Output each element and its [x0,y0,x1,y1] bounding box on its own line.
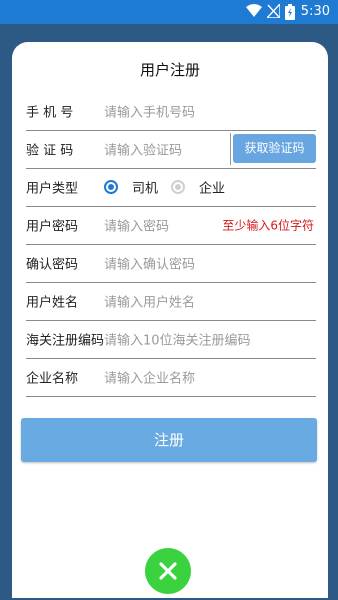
code-row: 验 证 码 请输入验证码 获取验证码 [26,130,316,169]
phone-label: 手 机 号 [26,105,74,121]
divider [230,133,231,165]
radio-driver[interactable] [104,180,118,194]
name-label: 用户姓名 [26,295,79,311]
status-time: 5:30 [300,4,330,19]
page-title: 用户注册 [139,61,200,79]
customs-row: 海关注册编码 请输入10位海关注册编码 [26,320,316,359]
company-label: 企业名称 [26,371,79,387]
code-label: 验 证 码 [26,143,74,159]
customs-input[interactable]: 请输入10位海关注册编码 [104,330,251,349]
wifi-icon [246,4,262,17]
close-icon [159,562,177,580]
company-input[interactable]: 请输入企业名称 [104,368,195,387]
confirm-row: 确认密码 请输入确认密码 [26,244,316,283]
register-form: 用户注册 手 机 号 请输入手机号码 验 证 码 请输入验证码 获取验证码 用户… [12,42,328,598]
confirm-input[interactable]: 请输入确认密码 [104,254,195,273]
radio-driver-label[interactable]: 司机 [132,178,158,197]
user-type-label: 用户类型 [26,181,79,197]
battery-icon [285,4,295,20]
customs-label: 海关注册编码 [26,333,105,349]
company-row: 企业名称 请输入企业名称 [26,358,316,397]
name-row: 用户姓名 请输入用户姓名 [26,282,316,321]
password-hint: 至少输入6位字符 [222,218,314,233]
name-input[interactable]: 请输入用户姓名 [104,292,195,311]
confirm-label: 确认密码 [26,257,79,273]
code-input[interactable]: 请输入验证码 [104,140,182,159]
register-button[interactable]: 注册 [21,418,317,462]
radio-company-label[interactable]: 企业 [199,178,225,197]
password-label: 用户密码 [26,219,79,235]
password-input[interactable]: 请输入密码 [104,216,169,235]
status-bar: 5:30 [0,0,338,24]
phone-input[interactable]: 请输入手机号码 [104,102,195,121]
phone-row: 手 机 号 请输入手机号码 [26,92,316,131]
user-type-row: 用户类型 司机 企业 [26,168,316,207]
get-code-button[interactable]: 获取验证码 [233,134,316,163]
password-row: 用户密码 请输入密码 至少输入6位字符 [26,206,316,245]
radio-company[interactable] [171,180,185,194]
signal-icon [267,4,280,18]
close-button[interactable] [145,548,191,594]
